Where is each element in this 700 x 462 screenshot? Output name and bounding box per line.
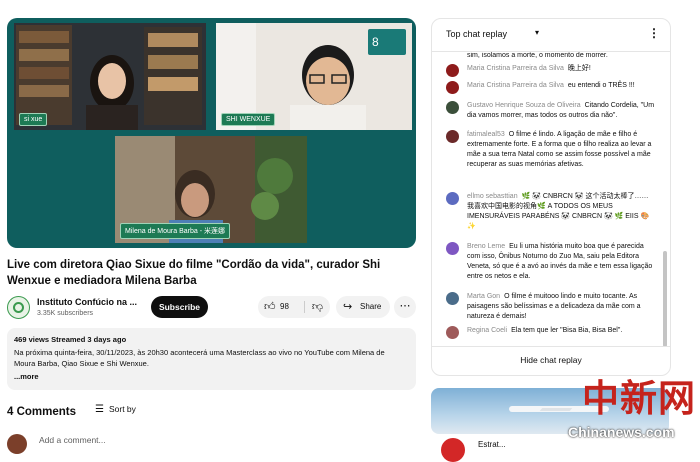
chat-scrollbar[interactable]	[663, 251, 667, 347]
like-count: 98	[280, 302, 289, 311]
like-button[interactable]: 👍︎ 98	[258, 296, 304, 318]
chat-message-body: Gustavo Henrique Souza de Oliveira Citand…	[467, 101, 655, 121]
ad-title[interactable]: Estrat...	[478, 440, 506, 449]
chat-header: Top chat replay ▾ ⋮	[432, 19, 670, 52]
ad-avatar[interactable]	[441, 438, 465, 462]
thumbs-up-icon: 👍︎	[264, 301, 276, 313]
participant-tile-shi-wenxue: 8 SHI WENXUE	[216, 23, 412, 130]
video-player[interactable]: si xue 8 SHI WENXUE Milena de Moura Barb…	[7, 18, 416, 248]
participant-tile-si-xue: si xue	[14, 23, 206, 130]
chat-author-avatar[interactable]	[446, 192, 459, 205]
sort-by-button[interactable]: ☰ Sort by	[95, 404, 136, 415]
view-stats: 469 views Streamed 3 days ago	[14, 335, 127, 344]
more-actions-button[interactable]: ⋯	[394, 296, 416, 318]
chat-message-list[interactable]: sim, isolamos a morte, o momento de morr…	[432, 52, 662, 347]
chat-author-avatar[interactable]	[446, 101, 459, 114]
description-box[interactable]: 469 views Streamed 3 days ago Na próxima…	[7, 328, 416, 390]
hide-chat-replay-button[interactable]: Hide chat replay	[432, 355, 670, 365]
sort-label: Sort by	[108, 404, 136, 414]
chat-message-text: 晚上好!	[567, 65, 591, 72]
chat-message-body: Maria Cristina Parreira da Silva eu enten…	[467, 81, 655, 91]
chat-author-avatar[interactable]	[446, 81, 459, 94]
chat-message-body: Breno Leme Eu li uma história muito boa q…	[467, 242, 655, 282]
chat-message-body: fatimaleal53 O filme é lindo. A ligação d…	[467, 130, 655, 170]
chat-author-name[interactable]: ellmo sebasttian	[467, 193, 518, 200]
participant-name-tag: Milena de Moura Barba - 米莲娜	[120, 223, 230, 239]
chat-author-avatar[interactable]	[446, 242, 459, 255]
participant-tile-milena: Milena de Moura Barba - 米莲娜	[115, 136, 307, 243]
description-text: Na próxima quinta-feira, 30/11/2023, às …	[14, 348, 385, 368]
subscriber-count: 3.35K subscribers	[37, 310, 94, 317]
participant-name-tag: SHI WENXUE	[221, 113, 276, 126]
comments-count: 4 Comments	[7, 406, 77, 418]
share-button[interactable]: ↪ Share	[336, 296, 390, 318]
badge-number: 8	[372, 35, 379, 49]
share-label: Share	[360, 302, 382, 311]
chat-menu-button[interactable]: ⋮	[648, 26, 660, 40]
chevron-down-icon[interactable]: ▾	[535, 28, 539, 37]
participant-name-tag: si xue	[19, 113, 48, 126]
chat-author-name[interactable]: Maria Cristina Parreira da Silva	[467, 82, 564, 89]
chat-message-partial: sim, isolamos a morte, o momento de morr…	[467, 52, 608, 59]
chat-author-name[interactable]: Gustavo Henrique Souza de Oliveira	[467, 102, 581, 109]
subscribe-button[interactable]: Subscribe	[151, 296, 208, 318]
thumbs-down-icon: 👎︎	[311, 301, 324, 313]
like-dislike-group: 👍︎ 98 👎︎	[258, 296, 330, 318]
show-more-link[interactable]: ...more	[14, 372, 39, 381]
channel-avatar[interactable]	[7, 296, 30, 319]
chat-message-body: Marta Gon O filme é muitooo lindo e muito…	[467, 292, 655, 322]
chat-author-avatar[interactable]	[446, 130, 459, 143]
chat-author-avatar[interactable]	[446, 326, 459, 339]
chat-message-body: Maria Cristina Parreira da Silva 晚上好!	[467, 64, 655, 74]
chat-author-avatar[interactable]	[446, 292, 459, 305]
event-logo-badge: 8	[368, 29, 406, 55]
user-avatar	[7, 434, 27, 454]
chat-replay-panel: Top chat replay ▾ ⋮ sim, isolamos a mort…	[431, 18, 671, 376]
chat-author-avatar[interactable]	[446, 64, 459, 77]
chat-message-text: eu entendi o TRÊS !!!	[567, 82, 635, 89]
chat-author-name[interactable]: Maria Cristina Parreira da Silva	[467, 65, 564, 72]
chat-author-name[interactable]: Regina Coeli	[467, 327, 507, 334]
chat-author-name[interactable]: Marta Gon	[467, 293, 500, 300]
video-title: Live com diretora Qiao Sixue do filme "C…	[7, 259, 381, 287]
dislike-button[interactable]: 👎︎	[305, 296, 330, 318]
chat-author-name[interactable]: Breno Leme	[467, 243, 505, 250]
airplane-wing	[539, 408, 573, 411]
chat-message-text: Ela tem que ler "Bisa Bia, Bisa Bel".	[511, 327, 623, 334]
watermark-logo-english: Chinanews.com	[568, 424, 675, 440]
chat-mode-selector[interactable]: Top chat replay	[446, 29, 507, 39]
share-arrow-icon: ↪	[343, 301, 353, 313]
watermark-logo-chinese: 中新网	[582, 376, 696, 420]
chat-author-name[interactable]: fatimaleal53	[467, 131, 505, 138]
channel-name[interactable]: Instituto Confúcio na ...	[37, 297, 141, 307]
chat-message-body: ellmo sebasttian 🌿 🐼 CNBRCN 🐼 这个活动太棒了……我喜…	[467, 192, 655, 232]
chat-message-body: Regina Coeli Ela tem que ler "Bisa Bia, B…	[467, 326, 655, 336]
sort-icon: ☰	[95, 404, 104, 415]
